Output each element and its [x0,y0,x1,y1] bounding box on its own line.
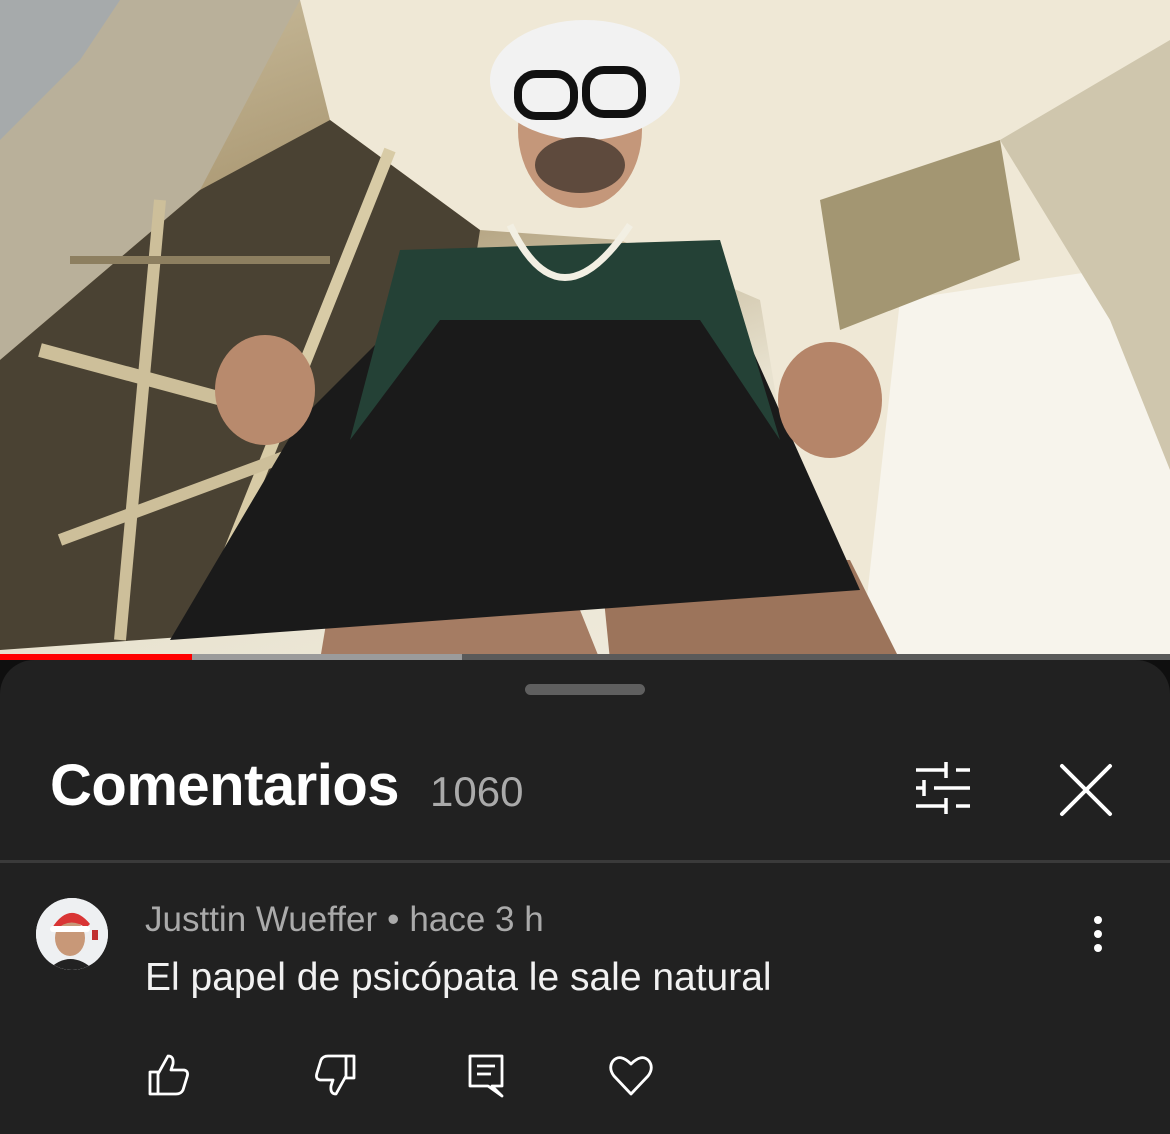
like-icon [148,1054,189,1096]
video-frame-image [0,0,1170,660]
filter-sliders-icon [916,762,970,814]
filter-button[interactable] [910,758,974,822]
reply-button[interactable] [464,1052,510,1098]
heart-button[interactable] [608,1052,654,1098]
comments-sheet: Comentarios 1060 Justtin Wueffer • hace … [0,660,1170,1134]
reply-icon [468,1054,504,1098]
comments-count: 1060 [430,768,524,815]
heart-icon [609,1056,653,1096]
comment-meta: Justtin Wueffer • hace 3 h [145,900,544,940]
meta-separator: • [387,900,400,939]
avatar-image [36,898,108,970]
close-icon [1060,764,1112,816]
comment-text: El papel de psicópata le sale natural [145,956,772,999]
header-divider [0,860,1170,863]
dislike-icon [315,1054,356,1096]
comments-title: Comentarios [50,753,400,818]
more-vertical-icon [1094,916,1102,952]
like-button[interactable] [146,1052,192,1098]
comment-time: hace 3 h [409,900,544,939]
close-button[interactable] [1054,758,1118,822]
drag-handle[interactable] [525,684,645,695]
comment-author[interactable]: Justtin Wueffer [145,900,377,939]
comment-more-button[interactable] [1080,912,1116,956]
avatar[interactable] [36,898,108,970]
video-player[interactable] [0,0,1170,660]
dislike-button[interactable] [312,1052,358,1098]
